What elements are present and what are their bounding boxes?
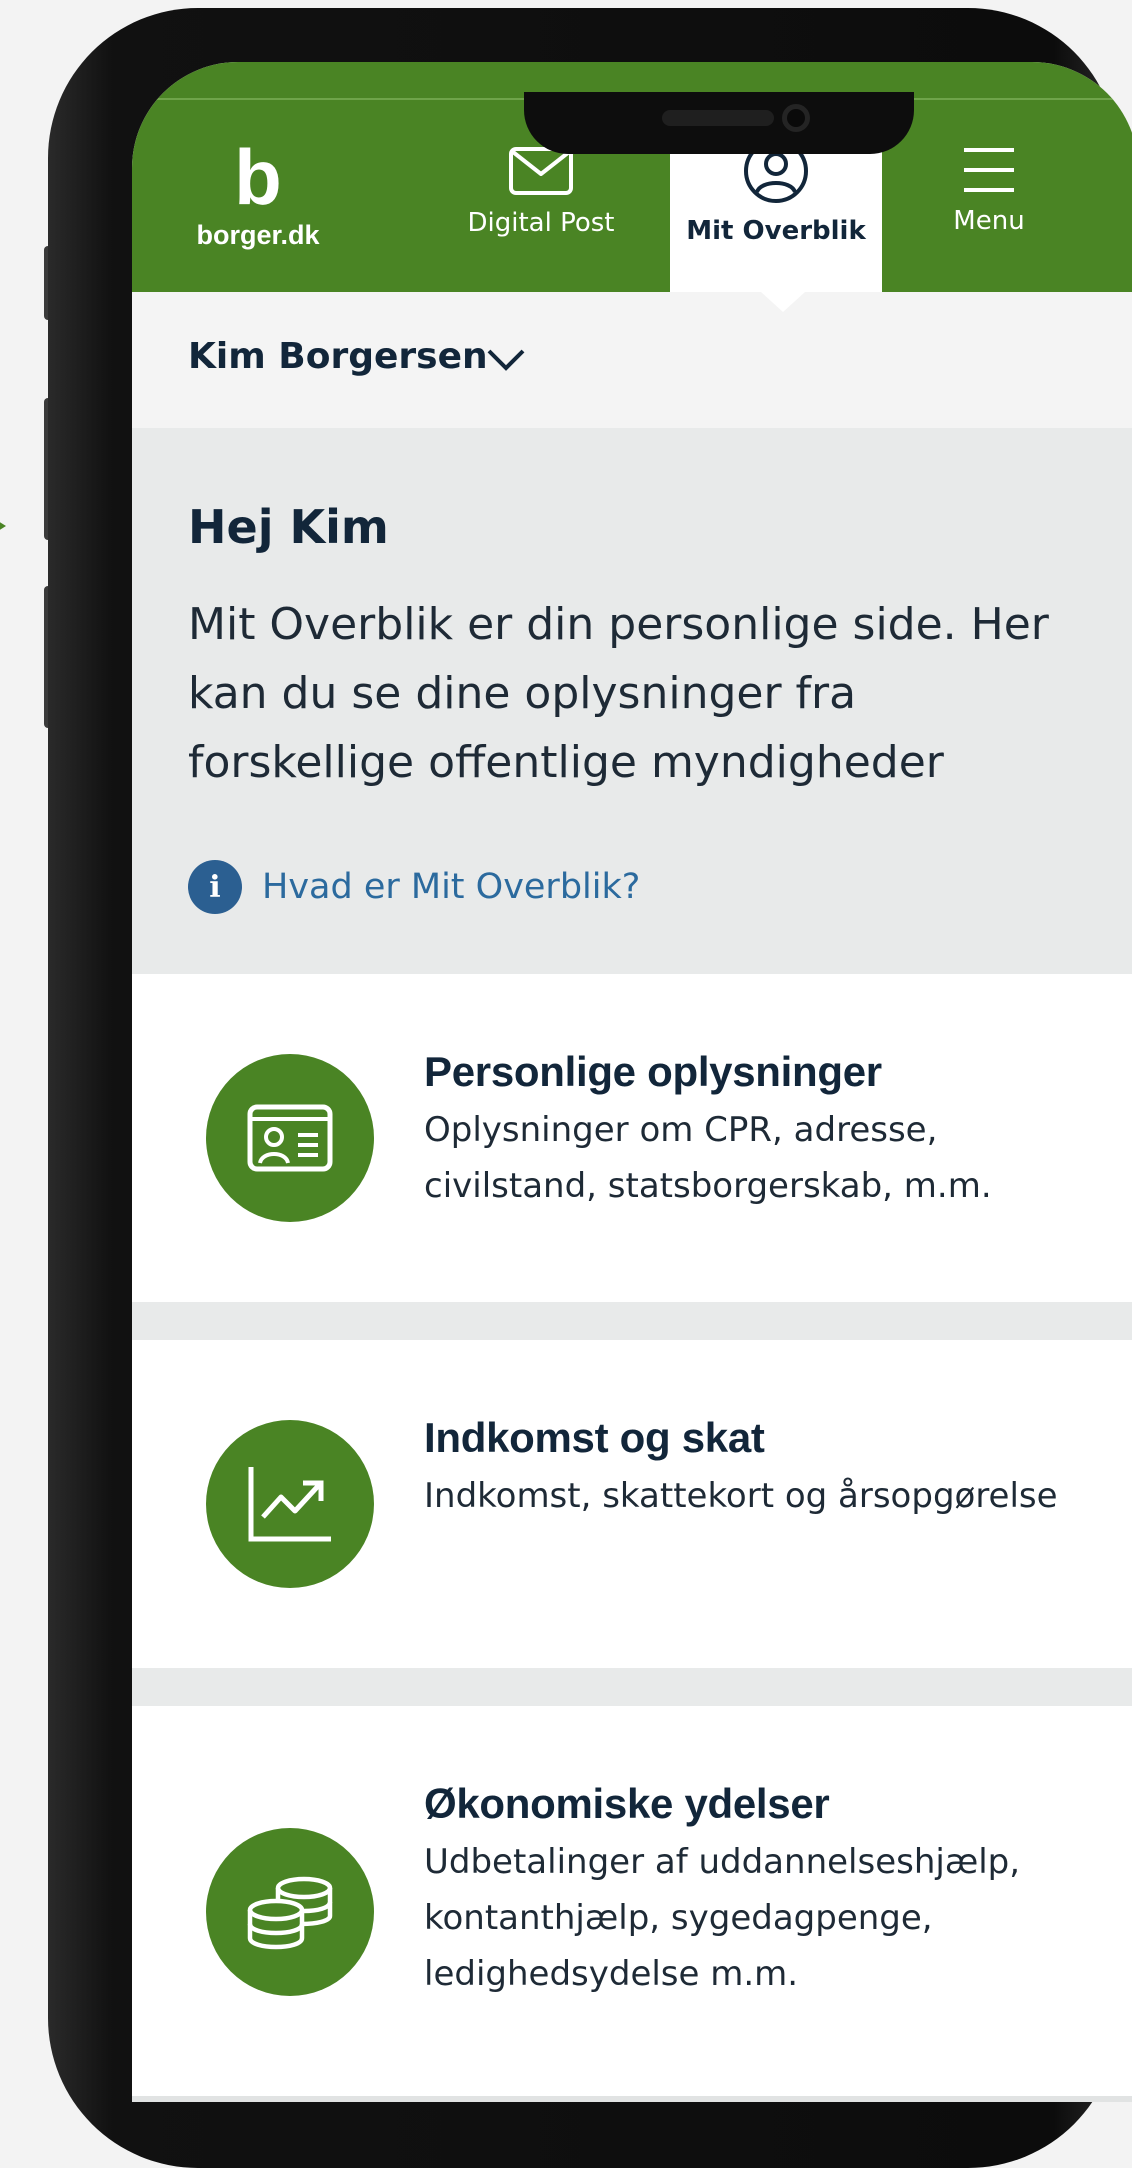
card-personlige-oplysninger[interactable]: Personlige oplysninger Oplysninger om CP…: [132, 974, 1132, 1302]
speaker-grille: [662, 110, 774, 126]
card-icon-circle: [206, 1054, 374, 1222]
user-name: Kim Borgersen: [188, 336, 488, 377]
coins-icon: [247, 1876, 333, 1950]
card-title: Personlige oplysninger: [424, 1048, 882, 1095]
card-separator: [132, 1668, 1132, 1706]
nav-digital-post-label: Digital Post: [467, 208, 615, 238]
nav-menu-label: Menu: [953, 206, 1025, 236]
card-okonomiske-ydelser[interactable]: Økonomiske ydelser Udbetalinger af uddan…: [132, 1706, 1132, 2096]
nav-mit-overblik-label: Mit Overblik: [686, 216, 866, 246]
card-description: Udbetalinger af uddannelseshjælp, kontan…: [424, 1842, 1021, 1994]
logo-text: borger.dk: [196, 220, 320, 250]
card-description: Indkomst, skattekort og årsopgørelse: [424, 1476, 1058, 1516]
greeting-heading: Hej Kim: [188, 500, 389, 554]
edge-arrow-decoration: [0, 516, 6, 536]
card-separator: [132, 1302, 1132, 1340]
phone-screen: b borger.dk Digital Post Mit Overblik Me…: [132, 62, 1132, 2102]
card-icon-circle: [206, 1420, 374, 1588]
active-tab-pointer: [761, 292, 805, 312]
id-card-icon: [247, 1104, 333, 1172]
logo-letter: b: [234, 133, 282, 221]
card-description: Oplysninger om CPR, adresse, civilstand,…: [424, 1110, 992, 1206]
intro-text: Mit Overblik er din personlige side. Her…: [188, 599, 1049, 788]
trend-chart-icon: [248, 1467, 331, 1542]
phone-notch: [524, 92, 914, 154]
card-title: Indkomst og skat: [424, 1414, 765, 1461]
info-icon: i: [188, 860, 242, 914]
card-icon-circle: [206, 1828, 374, 1996]
card-indkomst-og-skat[interactable]: Indkomst og skat Indkomst, skattekort og…: [132, 1340, 1132, 1668]
nav-menu[interactable]: Menu: [883, 100, 1095, 292]
card-title: Økonomiske ydelser: [424, 1780, 830, 1827]
phone-frame: b borger.dk Digital Post Mit Overblik Me…: [48, 8, 1132, 2168]
what-is-mit-overblik-link[interactable]: i Hvad er Mit Overblik?: [188, 860, 640, 914]
chevron-down-icon: [487, 349, 525, 371]
borger-dk-logo-link[interactable]: b borger.dk: [188, 138, 328, 258]
front-camera: [782, 104, 810, 132]
user-switcher[interactable]: Kim Borgersen: [132, 292, 1132, 428]
info-link-label: Hvad er Mit Overblik?: [262, 867, 641, 907]
intro-section: Hej Kim Mit Overblik er din personlige s…: [132, 428, 1132, 974]
hamburger-menu-icon: [964, 148, 1014, 192]
